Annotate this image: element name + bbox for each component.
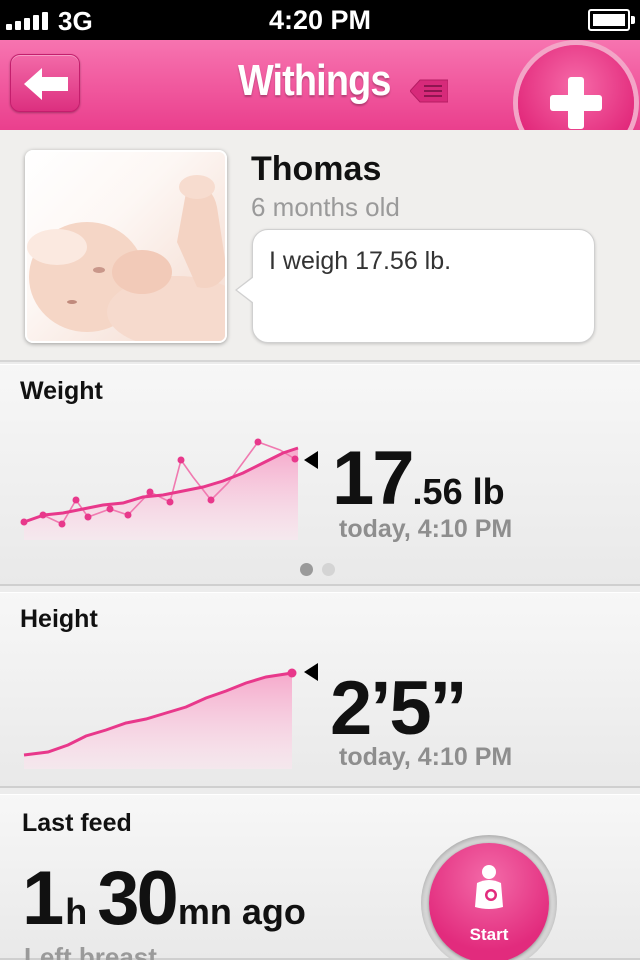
page-dot xyxy=(322,563,335,576)
page-dot-active xyxy=(300,563,313,576)
feed-card[interactable]: Last feed 1 h 30mn ago Left breast Start xyxy=(0,794,640,960)
nav-bar: Withings xyxy=(0,40,640,161)
app-title: Withings xyxy=(238,56,391,105)
height-card[interactable]: Height 2’5’’ today, 4:10 PM xyxy=(0,592,640,788)
weight-timestamp: today, 4:10 PM xyxy=(339,515,513,543)
plus-icon xyxy=(550,77,602,129)
height-pointer-icon xyxy=(304,663,318,681)
battery-icon xyxy=(588,9,635,31)
start-feed-button[interactable]: Start xyxy=(429,843,549,960)
baby-illustration xyxy=(27,175,225,341)
bubble-message: I weigh 17.56 lb. xyxy=(269,247,452,275)
back-button[interactable] xyxy=(10,54,80,112)
status-bar: 3G 4:20 PM xyxy=(0,0,640,40)
menu-icon[interactable] xyxy=(410,77,448,105)
baby-age: 6 months old xyxy=(251,192,400,222)
breastfeeding-icon xyxy=(475,865,503,909)
baby-photo[interactable] xyxy=(25,150,227,343)
feed-side: Left breast xyxy=(24,942,157,960)
profile-section: Thomas 6 months old I weigh 17.56 lb. xyxy=(0,130,640,362)
weight-pointer-icon xyxy=(304,451,318,469)
height-timestamp: today, 4:10 PM xyxy=(339,743,513,771)
back-arrow-icon xyxy=(24,68,68,100)
height-value: 2’5’’ xyxy=(330,666,467,751)
weight-value: 17.56 lb xyxy=(332,436,505,521)
feed-elapsed: 1 h 30mn ago xyxy=(22,856,306,941)
feed-title: Last feed xyxy=(22,809,132,837)
baby-name: Thomas xyxy=(251,150,382,188)
start-label: Start xyxy=(469,925,509,944)
speech-bubble: I weigh 17.56 lb. xyxy=(235,229,595,343)
height-title: Height xyxy=(20,605,98,633)
page-indicator[interactable] xyxy=(300,563,344,581)
status-time: 4:20 PM xyxy=(268,5,372,35)
start-button-ring: Start xyxy=(421,835,557,960)
weight-trend-chart xyxy=(20,438,299,540)
height-trend-chart xyxy=(23,668,297,769)
weight-card[interactable]: Weight 17.56 lb today, 4:10 PM xyxy=(0,364,640,586)
weight-title: Weight xyxy=(20,377,103,405)
